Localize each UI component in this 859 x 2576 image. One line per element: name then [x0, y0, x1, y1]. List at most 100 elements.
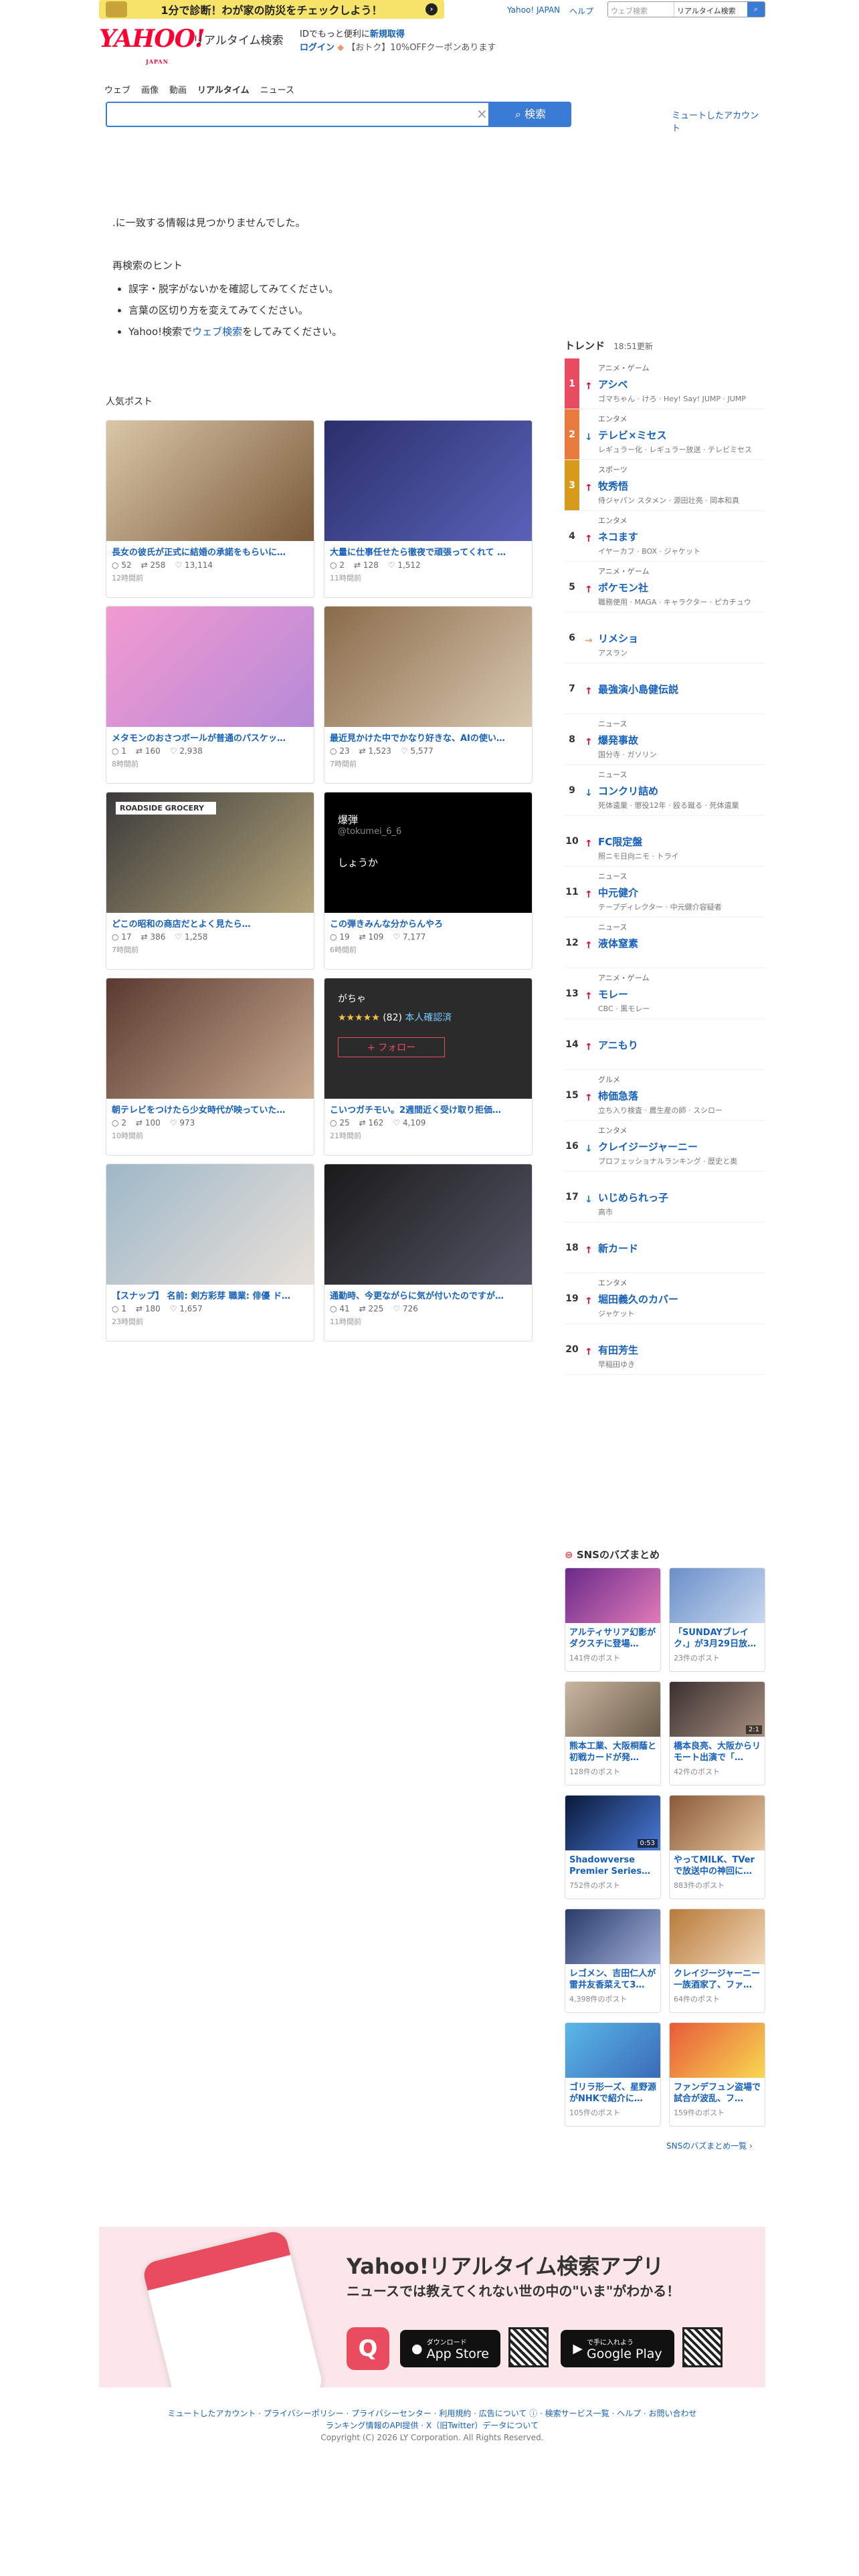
clear-icon[interactable]: × [476, 106, 488, 122]
tab-realtime[interactable]: リアルタイム [197, 83, 250, 96]
sns-card[interactable]: アルティサリア幻影がダクスチに登場… 141件のポスト [565, 1568, 661, 1672]
trend-related: テープディレクター · 中元健介容疑者 [598, 903, 722, 911]
yahoo-logo[interactable]: YAHOO! JAPAN [99, 27, 205, 65]
sns-card[interactable]: ゴリラ形一ズ、星野源がNHKで紹介に… 105件のポスト [565, 2022, 661, 2127]
sns-card[interactable]: ファンデフュン盗場で試合が波乱、フ… 159件のポスト [669, 2022, 765, 2127]
like-icon: ♡ [393, 932, 401, 942]
sns-more-link[interactable]: SNSのバズまとめ一覧 › [666, 2140, 753, 2151]
sns-card[interactable]: 熊本工業、大阪桐蔭と初戦カードが発… 128件のポスト [565, 1681, 661, 1786]
popular-post[interactable]: 爆弾 @tokumei_6_6 しょうか この弾きみんな分からんやろ ○ 19 ⇄ 109… [324, 792, 533, 970]
popular-post[interactable]: 【スナップ】 名前: 剣方彩芽 職業: 俳優 ド… ○ 1 ⇄ 180 ♡ 1,657… [106, 1164, 314, 1341]
popular-post[interactable]: 大量に仕事任せたら徹夜で頑張ってくれて … ○ 2 ⇄ 128 ♡ 1,512 11時間… [324, 420, 533, 598]
trend-up-icon: ↑ [585, 940, 593, 951]
footer-links[interactable]: ミュートしたアカウント · プライバシーポリシー · プライバシーセンター · … [99, 2407, 765, 2420]
trend-item[interactable]: 19 ↑ エンタメ 堀田義久のカバー ジャケット [565, 1273, 765, 1324]
tab-image[interactable]: 画像 [141, 83, 159, 96]
tab-web[interactable]: ウェブ [104, 83, 130, 96]
trend-item[interactable]: 3 ↑ スポーツ 牧秀悟 侍ジャパン スタメン · 源田壮亮 · 岡本和真 [565, 460, 765, 511]
google-play-button[interactable]: ▶ で手に入れよう Google Play [561, 2330, 674, 2367]
reply-icon: ○ [112, 560, 119, 570]
popular-post[interactable]: 朝テレビをつけたら少女時代が映っていた… ○ 2 ⇄ 100 ♡ 973 10時間前 [106, 978, 314, 1156]
help-link[interactable]: ヘルプ [569, 5, 593, 17]
trend-item[interactable]: 16 ↓ エンタメ クレイジージャーニー プロフェッショナルランキング · 歴史と奥 [565, 1121, 765, 1172]
popular-post[interactable]: 通勤時、今更ながらに気が付いたのですが… ○ 41 ⇄ 225 ♡ 726 11時間前 [324, 1164, 533, 1341]
trend-up-icon: ↑ [585, 1042, 593, 1053]
search-icon[interactable]: ⌕ [747, 2, 765, 17]
post-caption: どこの昭和の商店だとよく見たら… [112, 920, 251, 930]
like-icon: ♡ [169, 746, 177, 756]
sns-count: 141件のポスト [569, 1654, 620, 1662]
trend-item[interactable]: 5 ↑ アニメ・ゲーム ポケモン社 職務使用 · MAGA · キャラクター · ピカチ… [565, 562, 765, 613]
trend-updated: 18:51更新 [613, 342, 653, 351]
trend-rank: 15 [565, 1089, 579, 1101]
hint-item: Yahoo!検索でウェブ検索をしてみてください。 [128, 321, 342, 342]
reply-icon: ○ [330, 1118, 337, 1128]
coupon-text[interactable]: 【おトク】10%OFFクーポンあります [347, 43, 496, 53]
sns-card[interactable]: 「SUNDAYブレイク.」が3月29日放… 23件のポスト [669, 1568, 765, 1672]
sns-card[interactable]: 0:53 Shadowverse Premier Series… 752件のポスト [565, 1795, 661, 1899]
trend-item[interactable]: 15 ↑ グルメ 柿価急落 立ち入り検査 · 農生産の師 · スシロー [565, 1070, 765, 1121]
web-search-link[interactable]: ウェブ検索 [192, 326, 242, 338]
service-name[interactable]: リアルタイム検索 [193, 31, 284, 47]
app-banner[interactable]: Yahoo!リアルタイム検索アプリ ニュースでは教えてくれない世の中の"いま"が… [99, 2227, 765, 2387]
trend-item[interactable]: 20 ↑ 有田芳生 早稲田ゆき [565, 1324, 765, 1375]
top-search-input[interactable]: ウェブ検索 [608, 2, 674, 17]
trend-title: トレンド 18:51更新 [565, 340, 653, 352]
sns-card[interactable]: クレイジージャーニー一族酒家了、ファ… 64件のポスト [669, 1909, 765, 2013]
register-link[interactable]: 新規取得 [370, 29, 405, 39]
post-image [324, 1164, 532, 1285]
post-stats: ○ 1 ⇄ 160 ♡ 2,938 [112, 746, 203, 756]
tweet-body: しょうか [338, 857, 379, 869]
sns-card[interactable]: やってMILK、TVerで放送中の神回に… 883件のポスト [669, 1795, 765, 1899]
trend-rank: 8 [569, 734, 575, 745]
trend-item[interactable]: 17 ↓ いじめられっ子 高市 [565, 1172, 765, 1222]
trend-item[interactable]: 8 ↑ ニュース 爆発事故 国分寺 · ガソリン [565, 714, 765, 765]
sns-card[interactable]: 2:1 橋本良亮、大阪からリモート出演で「… 42件のポスト [669, 1681, 765, 1786]
trend-item[interactable]: 12 ↑ ニュース 液体窒素 [565, 918, 765, 968]
trend-item[interactable]: 2 ↓ エンタメ テレビ×ミセス レギュラー化 · レギュラー放送 · テレビミセス [565, 409, 765, 460]
sns-card[interactable]: レゴメン、吉田仁人が雷井友香菜えて3… 4,398件のポスト [565, 1909, 661, 2013]
sns-count: 105件のポスト [569, 2109, 620, 2117]
footer-links-2[interactable]: ランキング情報のAPI提供 · X（旧Twitter）データについて [99, 2420, 765, 2432]
popular-post[interactable]: 最近見かけた中でかなり好きな、AIの使い… ○ 23 ⇄ 1,523 ♡ 5,577 7… [324, 606, 533, 784]
search-button[interactable]: ⌕ 検索 [490, 102, 571, 127]
hint-list: 誤字・脱字がないかを確認してみてください。 言葉の区切り方を変えてみてください。… [128, 278, 342, 342]
top-search-select[interactable]: リアルタイム検索 [674, 2, 747, 17]
trend-item[interactable]: 4 ↑ エンタメ ネコます イヤーカフ · BOX · ジャケット [565, 511, 765, 562]
trend-item[interactable]: 9 ↓ ニュース コンクリ詰め 死体遺棄 · 懲役12年 · 殴る蹴る · 死体遺棄 [565, 765, 765, 816]
trend-item[interactable]: 13 ↑ アニメ・ゲーム モレー CBC · 黒モレー [565, 968, 765, 1019]
trend-related: レギュラー化 · レギュラー放送 · テレビミセス [598, 445, 752, 454]
tab-news[interactable]: ニュース [260, 83, 294, 96]
popular-post[interactable]: メタモンのおさつボールが普通のパスケッ… ○ 1 ⇄ 160 ♡ 2,938 8時間前 [106, 606, 314, 784]
search-input[interactable] [106, 102, 490, 127]
trend-item[interactable]: 18 ↑ 新カード [565, 1222, 765, 1273]
trend-item[interactable]: 11 ↑ ニュース 中元健介 テープディレクター · 中元健介容疑者 [565, 867, 765, 918]
trend-item[interactable]: 10 ↑ FC限定盤 照ニモ日向ニモ · トライ [565, 816, 765, 867]
yahoo-japan-link[interactable]: Yahoo! JAPAN [507, 5, 560, 17]
post-caption: 大量に仕事任せたら徹夜で頑張ってくれて … [330, 548, 506, 558]
trend-item[interactable]: 7 ↑ 最強演小島健伝説 [565, 663, 765, 714]
muted-accounts-link[interactable]: ミュートしたアカウント [672, 108, 765, 134]
trend-down-icon: ↓ [585, 1144, 593, 1154]
trend-item[interactable]: 6 → リメショ アスラン [565, 613, 765, 663]
trend-name: 有田芳生 [598, 1344, 639, 1356]
trend-related: 高市 [598, 1208, 613, 1216]
sns-caption: ゴリラ形一ズ、星野源がNHKで紹介に… [569, 2082, 657, 2104]
tab-video[interactable]: 動画 [169, 83, 187, 96]
follow-button: + フォロー [338, 1037, 445, 1057]
promo-banner[interactable]: 1分で診断！わが家の防災をチェックしよう！ › [99, 0, 444, 19]
reply-icon: ○ [330, 746, 337, 756]
popular-post[interactable]: がちゃ ★★★★★ (82) 本人確認済 + フォロー こいつガチモい。2週間近く受け… [324, 978, 533, 1156]
trend-name: モレー [598, 988, 629, 1000]
post-time: 23時間前 [112, 1317, 143, 1326]
popular-post[interactable]: ROADSIDE GROCERY どこの昭和の商店だとよく見たら… ○ 17 ⇄ 38… [106, 792, 314, 970]
app-subtitle: ニュースでは教えてくれない世の中の"いま"がわかる！ [347, 2283, 680, 2299]
login-link[interactable]: ログイン [300, 43, 335, 53]
trend-item[interactable]: 14 ↑ アニもり [565, 1019, 765, 1070]
app-store-button[interactable]: ● ダウンロード App Store [400, 2330, 500, 2367]
trend-category: アニメ・ゲーム [598, 364, 650, 372]
trend-rank: 7 [569, 683, 575, 694]
trend-item[interactable]: 1 ↑ アニメ・ゲーム アシベ ゴマちゃん · けろ · Hey! Say! JUMP … [565, 358, 765, 409]
trend-name: テレビ×ミセス [598, 429, 667, 441]
popular-post[interactable]: 長女の彼氏が正式に結婚の承諾をもらいに… ○ 52 ⇄ 258 ♡ 13,114 12時… [106, 420, 314, 598]
